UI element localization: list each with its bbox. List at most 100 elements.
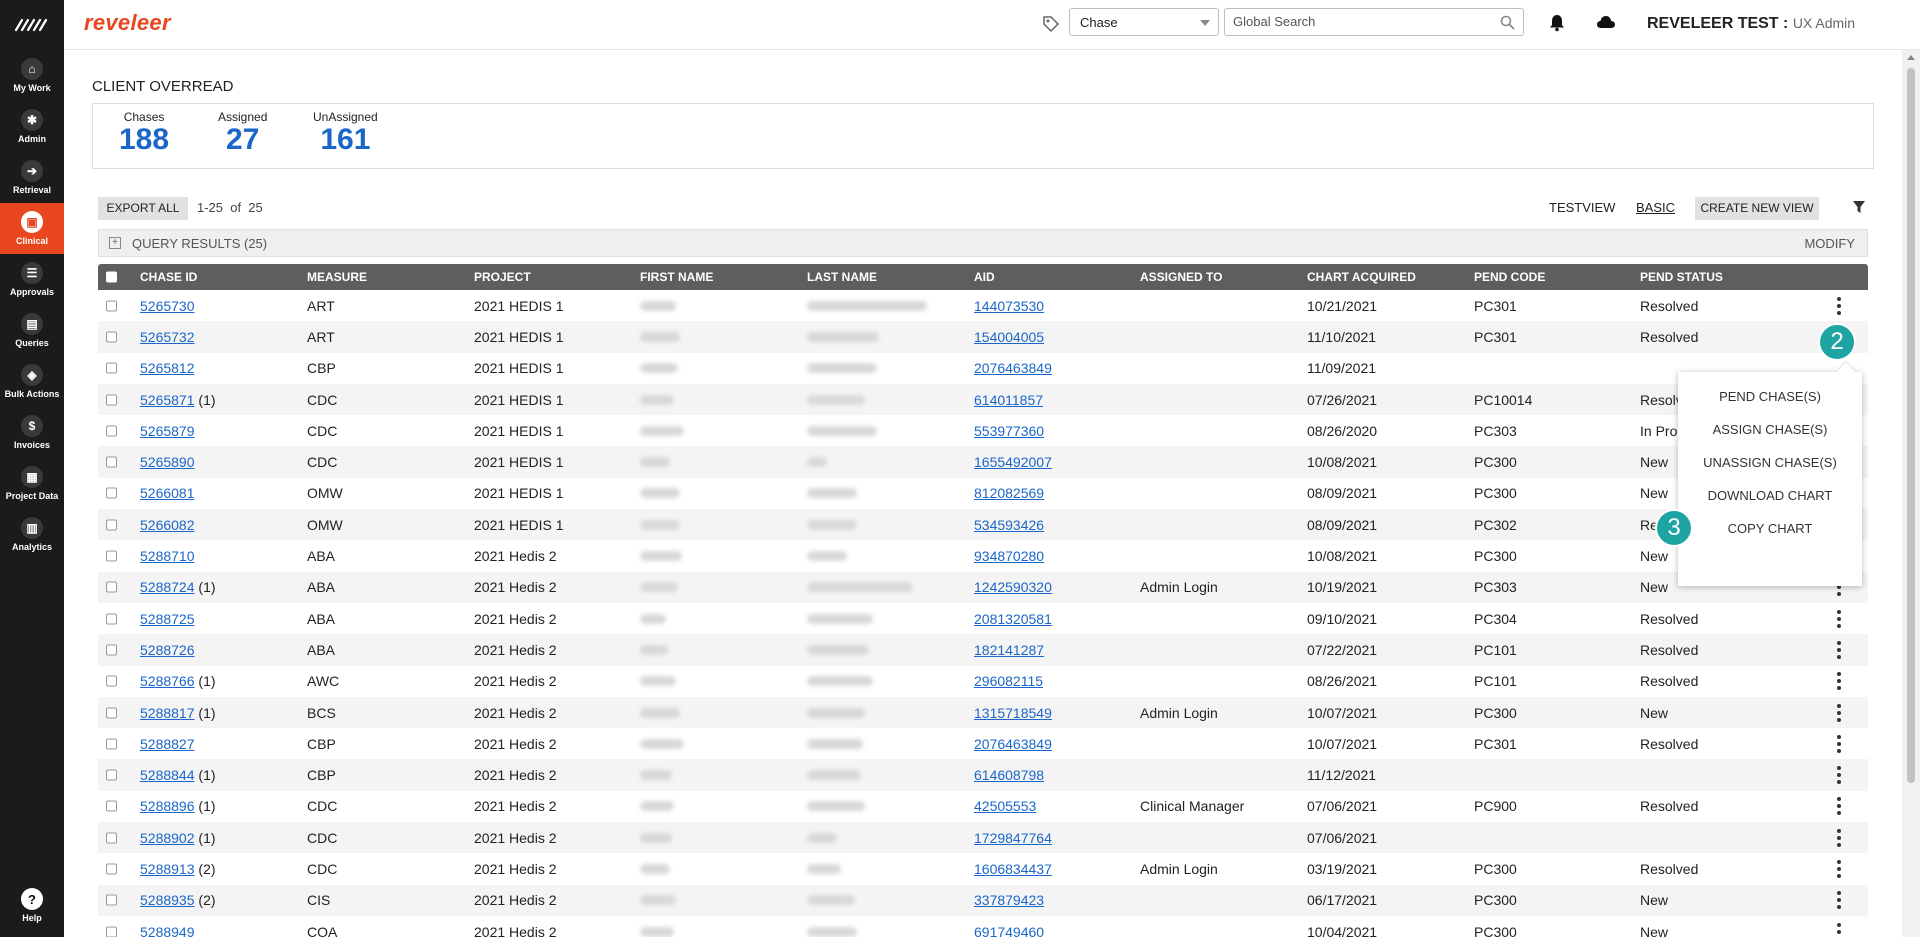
column-header[interactable]: FIRST NAME [640,270,713,284]
row-checkbox[interactable] [106,362,117,374]
scrollbar-thumb[interactable] [1907,68,1915,783]
global-search-input[interactable]: Global Search [1224,8,1524,36]
column-header[interactable]: PEND CODE [1474,270,1545,284]
row-checkbox[interactable] [106,394,117,406]
row-checkbox[interactable] [106,519,117,531]
aid-link[interactable]: 144073530 [974,298,1044,314]
row-checkbox[interactable] [106,300,117,312]
more-actions-icon[interactable] [1836,703,1842,722]
chase-id-link[interactable]: 5288710 [140,548,195,564]
more-actions-icon[interactable] [1836,609,1842,628]
column-header[interactable]: CHART ACQUIRED [1307,270,1416,284]
table-row[interactable]: 5265730 ART 2021 HEDIS 1 144073530 10/21/20… [98,290,1868,321]
row-checkbox[interactable] [106,769,117,781]
chase-id-link[interactable]: 5288935 [140,892,195,908]
column-header[interactable]: AID [974,270,995,284]
row-checkbox[interactable] [106,707,117,718]
more-actions-icon[interactable] [1836,734,1842,753]
aid-link[interactable]: 1606834437 [974,861,1052,877]
chase-id-link[interactable]: 5288827 [140,736,195,752]
more-actions-icon[interactable] [1836,672,1842,691]
table-row[interactable]: 5288725 ABA 2021 Hedis 2 2081320581 09/10/2… [98,603,1868,634]
table-row[interactable]: 5265732 ART 2021 HEDIS 1 154004005 11/10/20… [98,321,1868,353]
nav-item-approvals[interactable]: ☰ Approvals [0,254,64,305]
aid-link[interactable]: 534593426 [974,517,1044,533]
aid-link[interactable]: 614011857 [974,392,1043,408]
row-checkbox[interactable] [106,926,117,937]
table-row[interactable]: 5288896 (1) CDC 2021 Hedis 2 42505553 Clinic… [98,791,1868,822]
nav-item-retrieval[interactable]: ➔ Retrieval [0,152,64,203]
row-checkbox[interactable] [106,832,117,844]
create-new-view-button[interactable]: CREATE NEW VIEW [1695,197,1819,220]
row-checkbox[interactable] [106,894,117,906]
table-row[interactable]: 5265871 (1) CDC 2021 HEDIS 1 614011857 07/26… [98,383,1868,416]
modify-button[interactable]: MODIFY [1804,236,1855,251]
more-actions-icon[interactable] [1836,859,1842,878]
aid-link[interactable]: 614608798 [974,767,1044,783]
aid-link[interactable]: 2076463849 [974,360,1052,376]
chase-id-link[interactable]: 5288844 [140,767,195,783]
aid-link[interactable]: 1242590320 [974,579,1052,595]
row-checkbox[interactable] [106,331,117,343]
aid-link[interactable]: 553977360 [974,423,1044,439]
nav-item-help[interactable]: ? Help [0,880,64,931]
table-row[interactable]: 5288827 CBP 2021 Hedis 2 2076463849 10/07/2… [98,728,1868,759]
expand-icon[interactable]: + [109,237,121,249]
nav-item-project-data[interactable]: ▦ Project Data [0,458,64,509]
chase-id-link[interactable]: 5266081 [140,485,195,501]
chase-id-link[interactable]: 5265812 [140,360,195,376]
app-logo[interactable] [0,0,64,50]
aid-link[interactable]: 2081320581 [974,611,1052,627]
table-row[interactable]: 5288766 (1) AWC 2021 Hedis 2 296082115 08/26… [98,666,1868,697]
row-checkbox[interactable] [106,581,117,593]
aid-link[interactable]: 1315718549 [974,705,1052,721]
aid-link[interactable]: 154004005 [974,329,1044,345]
aid-link[interactable]: 2076463849 [974,736,1052,752]
table-row[interactable]: 5288710 ABA 2021 Hedis 2 934870280 10/08/20… [98,540,1868,571]
more-actions-icon[interactable] [1836,797,1842,816]
chase-id-link[interactable]: 5265879 [140,423,195,439]
chase-id-link[interactable]: 5288817 [140,705,195,721]
chase-id-link[interactable]: 5288766 [140,673,195,689]
user-menu[interactable]: REVELEER TEST : UX Admin [1647,15,1855,33]
aid-link[interactable]: 182141287 [974,642,1044,658]
nav-item-clinical[interactable]: ▣ Clinical [0,203,64,254]
chase-id-link[interactable]: 5265732 [140,329,195,345]
view-basic-link[interactable]: BASIC [1636,200,1675,215]
chase-id-link[interactable]: 5265890 [140,454,195,470]
chase-id-link[interactable]: 5266082 [140,517,195,533]
aid-link[interactable]: 1729847764 [974,830,1052,846]
more-actions-icon[interactable] [1836,922,1842,937]
export-all-button[interactable]: EXPORT ALL [98,197,188,220]
aid-link[interactable]: 934870280 [974,548,1044,564]
table-row[interactable]: 5266082 OMW 2021 HEDIS 1 534593426 08/09/20… [98,509,1868,541]
more-actions-icon[interactable] [1836,828,1842,847]
row-checkbox[interactable] [106,487,117,499]
more-actions-icon[interactable] [1836,891,1842,910]
nav-item-admin[interactable]: ✱ Admin [0,101,64,152]
menu-item-unassign-chase-s[interactable]: UNASSIGN CHASE(S) [1678,455,1862,470]
menu-item-copy-chart[interactable]: COPY CHART [1678,521,1862,536]
nav-item-invoices[interactable]: $ Invoices [0,407,64,458]
search-icon[interactable] [1500,15,1515,30]
table-row[interactable]: 5265812 CBP 2021 HEDIS 1 2076463849 11/09/2… [98,353,1868,384]
table-row[interactable]: 5288844 (1) CBP 2021 Hedis 2 614608798 11/12… [98,759,1868,791]
column-header[interactable]: MEASURE [307,270,367,284]
row-checkbox[interactable] [106,456,117,468]
select-all-checkbox[interactable] [106,271,117,283]
table-row[interactable]: 5288902 (1) CDC 2021 Hedis 2 1729847764 07/0… [98,822,1868,854]
row-checkbox[interactable] [106,738,117,750]
table-row[interactable]: 5288913 (2) CDC 2021 Hedis 2 1606834437 Admi… [98,853,1868,884]
row-checkbox[interactable] [106,675,117,687]
table-row[interactable]: 5288726 ABA 2021 Hedis 2 182141287 07/22/20… [98,634,1868,666]
nav-item-my-work[interactable]: ⌂ My Work [0,50,64,101]
table-row[interactable]: 5266081 OMW 2021 HEDIS 1 812082569 08/09/20… [98,478,1868,509]
table-row[interactable]: 5265879 CDC 2021 HEDIS 1 553977360 08/26/20… [98,415,1868,446]
aid-link[interactable]: 812082569 [974,485,1044,501]
chase-id-link[interactable]: 5288913 [140,861,195,877]
column-header[interactable]: PROJECT [474,270,531,284]
more-actions-icon[interactable] [1836,296,1842,315]
nav-item-queries[interactable]: ▤ Queries [0,305,64,356]
row-checkbox[interactable] [106,800,117,812]
cloud-icon[interactable] [1596,15,1616,29]
